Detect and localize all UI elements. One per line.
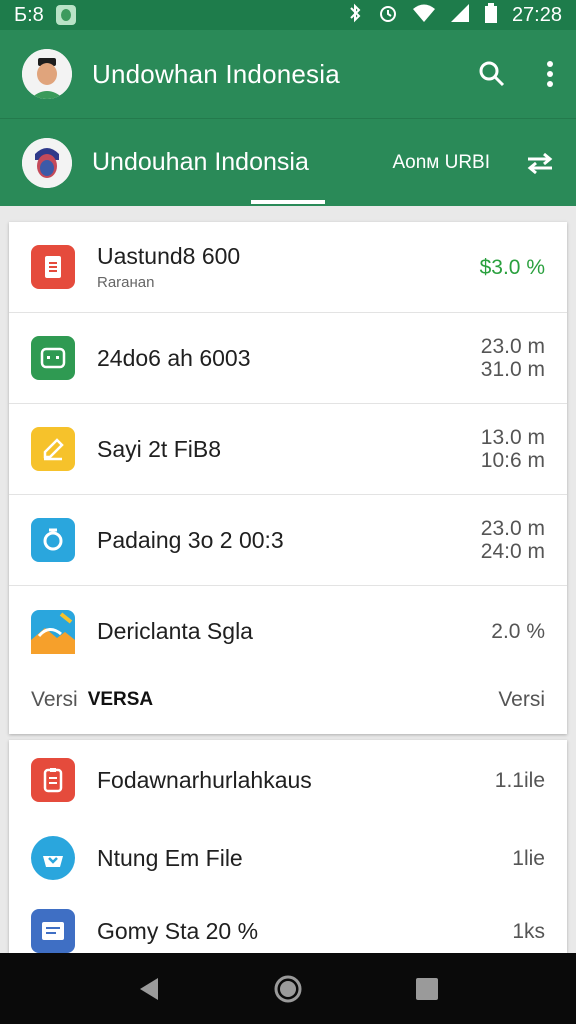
item-meta: 23.0 m 31.0 m xyxy=(481,335,545,381)
status-time-right: 27:28 xyxy=(511,3,562,26)
item-name: Ntung Em File xyxy=(97,844,243,871)
item-meta: 13.0 m 10:6 m xyxy=(481,426,545,472)
status-bar: Б:8 27:28 xyxy=(0,0,576,30)
list-item[interactable]: Sayi 2t FiB8 13.0 m 10:6 m xyxy=(9,404,567,495)
item-name: Uastund8 600 xyxy=(97,243,241,269)
downloads-card: Uastund8 600 Raraнan $3.0 % 24do6 ah 600… xyxy=(9,222,567,734)
sub-bar: Undouhan Indonsia Aonм URBI xyxy=(0,118,576,206)
item-meta-line: 23.0 m xyxy=(480,517,545,540)
edit-icon xyxy=(31,427,75,471)
list-item[interactable]: 24do6 ah 6003 23.0 m 31.0 m xyxy=(9,313,567,404)
version-footer: Versi VERSA Versi xyxy=(9,680,567,720)
files-card: Fodawnarhurlahkaus 1.1ile Ntung Em File … xyxy=(9,740,567,953)
battery-icon xyxy=(484,3,498,27)
item-meta-line: 13.0 m xyxy=(480,426,545,449)
item-name: Padaing 3o 2 00:3 xyxy=(97,526,284,553)
document-icon xyxy=(31,245,75,289)
chat-icon xyxy=(31,336,75,380)
tab-label[interactable]: Aonм URBI xyxy=(392,152,490,174)
notes-icon xyxy=(31,909,75,953)
tab-indicator xyxy=(251,200,325,204)
footer-right: Versi xyxy=(498,688,545,711)
signal-icon xyxy=(450,3,470,27)
recents-icon[interactable] xyxy=(414,976,440,1002)
app-bar: Undowhan Indonesia xyxy=(0,30,576,118)
item-meta-line: 10:6 m xyxy=(480,449,545,472)
item-meta-line: 23.0 m xyxy=(480,335,545,358)
list-item[interactable]: Dericlanta Sgla 2.0 % xyxy=(9,586,567,677)
item-meta: 1.1ile xyxy=(494,768,545,792)
footer-bold[interactable]: VERSA xyxy=(88,689,153,711)
item-meta: 1ks xyxy=(512,919,545,943)
item-name: Sayi 2t FiB8 xyxy=(97,435,221,462)
bluetooth-icon xyxy=(346,3,364,27)
list-item[interactable]: Padaing 3o 2 00:3 23.0 m 24:0 m xyxy=(9,495,567,586)
app-title: Undowhan Indonesia xyxy=(92,58,340,89)
item-subtitle: Raraнan xyxy=(97,274,155,291)
back-icon[interactable] xyxy=(136,975,162,1003)
item-meta-line: 24:0 m xyxy=(480,540,545,563)
home-icon[interactable] xyxy=(273,974,303,1004)
list-item[interactable]: Fodawnarhurlahkaus 1.1ile xyxy=(9,740,567,820)
status-time-left: Б:8 xyxy=(14,3,44,26)
notification-icon xyxy=(55,5,76,25)
item-name: Gomy Sta 20 % xyxy=(97,917,259,944)
item-name: Dericlanta Sgla xyxy=(97,618,253,644)
item-name: Fodawnarhurlahkaus xyxy=(97,766,312,793)
item-meta: 2.0 % xyxy=(491,620,545,643)
item-meta: 23.0 m 24:0 m xyxy=(481,517,545,563)
wifi-icon xyxy=(412,3,436,27)
sub-title: Undouhan Indonsia xyxy=(92,148,309,176)
more-vert-icon[interactable] xyxy=(546,60,554,88)
document-icon xyxy=(31,758,75,802)
list-item[interactable]: Uastund8 600 Raraнan $3.0 % xyxy=(9,222,567,313)
item-meta-line: $3.0 % xyxy=(479,255,545,279)
swap-icon[interactable] xyxy=(526,151,554,175)
avatar[interactable] xyxy=(22,49,72,99)
timer-icon xyxy=(31,518,75,562)
profile-avatar[interactable] xyxy=(22,137,72,188)
alarm-icon xyxy=(378,3,398,27)
item-name: 24do6 ah 6003 xyxy=(97,344,251,371)
item-meta: $3.0 % xyxy=(480,256,545,279)
image-icon xyxy=(31,609,75,654)
search-icon[interactable] xyxy=(478,60,506,88)
list-item[interactable]: Ntung Em File 1lie xyxy=(9,820,567,896)
navigation-bar xyxy=(0,953,576,1024)
item-meta-line: 2.0 % xyxy=(491,620,545,643)
footer-left: Versi xyxy=(31,688,78,711)
item-meta-line: 31.0 m xyxy=(480,358,545,381)
download-box-icon xyxy=(31,836,75,880)
item-meta: 1lie xyxy=(512,846,545,870)
